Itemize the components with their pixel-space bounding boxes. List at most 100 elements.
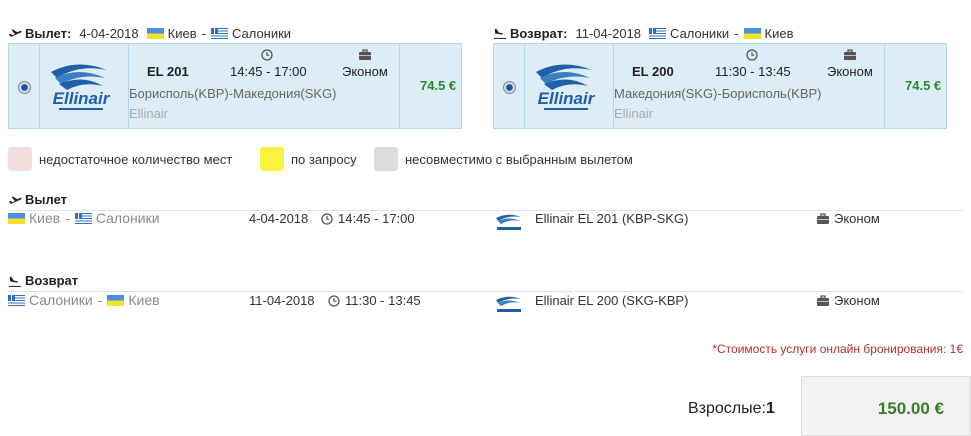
outbound-time: 14:45 - 17:00 [230, 64, 307, 79]
outbound-title: Вылет: [25, 25, 72, 41]
return-date: 11-04-2018 [575, 25, 642, 41]
outbound-radio-cell [9, 44, 40, 128]
return-to-city: Киев [764, 25, 794, 41]
legend-on-request: по запросу [260, 147, 357, 171]
return-airline: Ellinair [614, 106, 654, 121]
ellinair-logo: Ellinair [51, 64, 111, 110]
return-header: Возврат: 11-04-2018 Салоники - Киев [493, 24, 793, 42]
total-price: 150.00 € [877, 399, 944, 418]
summary-return-from: Салоники [29, 292, 93, 308]
outbound-date: 4-04-2018 [79, 25, 139, 41]
legend-swatch-gray [374, 147, 398, 171]
summary-outbound-time-text: 14:45 - 17:00 [338, 211, 415, 226]
summary-return-date-text: 11-04-2018 [249, 293, 315, 308]
legend-label: несовместимо с выбранным вылетом [405, 151, 633, 167]
passengers-count: 1 [765, 400, 775, 417]
ukraine-flag-icon [107, 294, 125, 306]
summary-return-date: 11-04-2018 [249, 293, 315, 308]
return-radio-cell [494, 44, 525, 128]
return-time: 11:30 - 13:45 [715, 64, 791, 79]
ellinair-small-logo [496, 296, 521, 312]
ellinair-logo-text: Ellinair [53, 89, 111, 108]
summary-outbound-flight-text: Ellinair EL 201 (KBP-SKG) [535, 211, 689, 226]
legend-swatch-pink [8, 147, 32, 171]
outbound-flight-card[interactable]: Ellinair EL 201 14:45 - 17:00 Эконом Бор… [8, 43, 462, 129]
card-divider [399, 44, 400, 128]
summary-return-title: Возврат [8, 273, 78, 288]
total-price-box: 150.00 € [801, 376, 971, 436]
outbound-from-city: Киев [167, 25, 197, 41]
return-flight-card[interactable]: Ellinair EL 200 11:30 - 13:45 Эконом Мак… [493, 43, 947, 129]
briefcase-icon [359, 49, 371, 60]
legend-label: недостаточное количество мест [39, 151, 233, 167]
outbound-separator: - [201, 25, 206, 41]
return-class: Эконом [827, 64, 873, 79]
summary-return-separator: - [97, 292, 103, 308]
return-price: 74.5 € [905, 78, 942, 93]
ukraine-flag-icon [743, 27, 761, 39]
summary-outbound-class-text: Эконом [834, 211, 880, 226]
plane-departure-icon [8, 195, 22, 204]
outbound-to-city: Салоники [231, 25, 292, 41]
return-separator: - [734, 25, 739, 41]
outbound-price: 74.5 € [420, 78, 457, 93]
briefcase-icon [817, 294, 829, 306]
outbound-flight-radio[interactable] [18, 81, 31, 94]
return-title: Возврат: [510, 25, 568, 41]
legend-incompatible: несовместимо с выбранным вылетом [374, 147, 633, 171]
passengers-adults: Взрослые:1 [688, 400, 775, 418]
ukraine-flag-icon [8, 212, 25, 224]
summary-return-time: 11:30 - 13:45 [328, 293, 421, 308]
ellinair-small-logo [496, 214, 521, 230]
outbound-route: Борисполь(KBP)-Македония(SKG) [129, 86, 337, 101]
summary-outbound-separator: - [65, 210, 70, 226]
summary-outbound-time: 14:45 - 17:00 [321, 211, 415, 226]
greece-flag-icon [8, 294, 25, 306]
clock-icon [328, 294, 340, 307]
clock-icon [321, 212, 333, 225]
plane-departure-icon [8, 29, 22, 37]
summary-return-title-text: Возврат [25, 273, 79, 288]
summary-outbound-date: 4-04-2018 [249, 211, 308, 226]
summary-return-class: Эконом [816, 293, 880, 308]
greece-flag-icon [210, 27, 228, 39]
summary-outbound-date-text: 4-04-2018 [249, 211, 309, 226]
briefcase-icon [844, 49, 856, 60]
passengers-label: Взрослые: [688, 400, 766, 417]
briefcase-icon [817, 212, 829, 224]
service-fee-note: *Стоимость услуги онлайн бронирования: 1… [712, 342, 963, 356]
legend-insufficient-seats: недостаточное количество мест [8, 147, 232, 171]
return-from-city: Салоники [670, 25, 730, 41]
summary-return-route: Салоники - Киев [8, 292, 160, 308]
return-route: Македония(SKG)-Борисполь(KBP) [614, 86, 822, 101]
summary-return-to: Киев [128, 292, 160, 308]
summary-return-flight: Ellinair EL 200 (SKG-KBP) [535, 293, 688, 308]
summary-return-class-text: Эконом [834, 293, 880, 308]
return-flight-radio[interactable] [503, 81, 516, 94]
ellinair-logo: Ellinair [536, 64, 596, 110]
return-flight-code: EL 200 [632, 64, 674, 79]
outbound-class: Эконом [342, 64, 388, 79]
summary-outbound-route: Киев - Салоники [8, 210, 160, 226]
ellinair-logo-text: Ellinair [538, 89, 596, 108]
plane-arrival-icon [8, 276, 22, 287]
clock-icon [261, 49, 273, 61]
legend-swatch-yellow [260, 147, 284, 171]
card-divider [884, 44, 885, 128]
summary-outbound-title: Вылет [8, 192, 67, 207]
summary-outbound-flight: Ellinair EL 201 (KBP-SKG) [535, 211, 688, 226]
summary-outbound-from: Киев [29, 210, 61, 226]
ukraine-flag-icon [146, 27, 164, 39]
greece-flag-icon [649, 27, 667, 39]
plane-arrival-icon [493, 28, 507, 39]
summary-return-flight-text: Ellinair EL 200 (SKG-KBP) [535, 293, 689, 308]
outbound-airline: Ellinair [129, 106, 169, 121]
greece-flag-icon [74, 212, 92, 224]
legend-label: по запросу [291, 151, 357, 167]
summary-outbound-title-text: Вылет [25, 192, 68, 207]
summary-return-time-text: 11:30 - 13:45 [345, 293, 421, 308]
summary-outbound-to: Салоники [95, 210, 160, 226]
outbound-header: Вылет: 4-04-2018 Киев - Салоники [8, 24, 291, 42]
clock-icon [746, 49, 758, 61]
summary-outbound-class: Эконом [816, 211, 880, 226]
